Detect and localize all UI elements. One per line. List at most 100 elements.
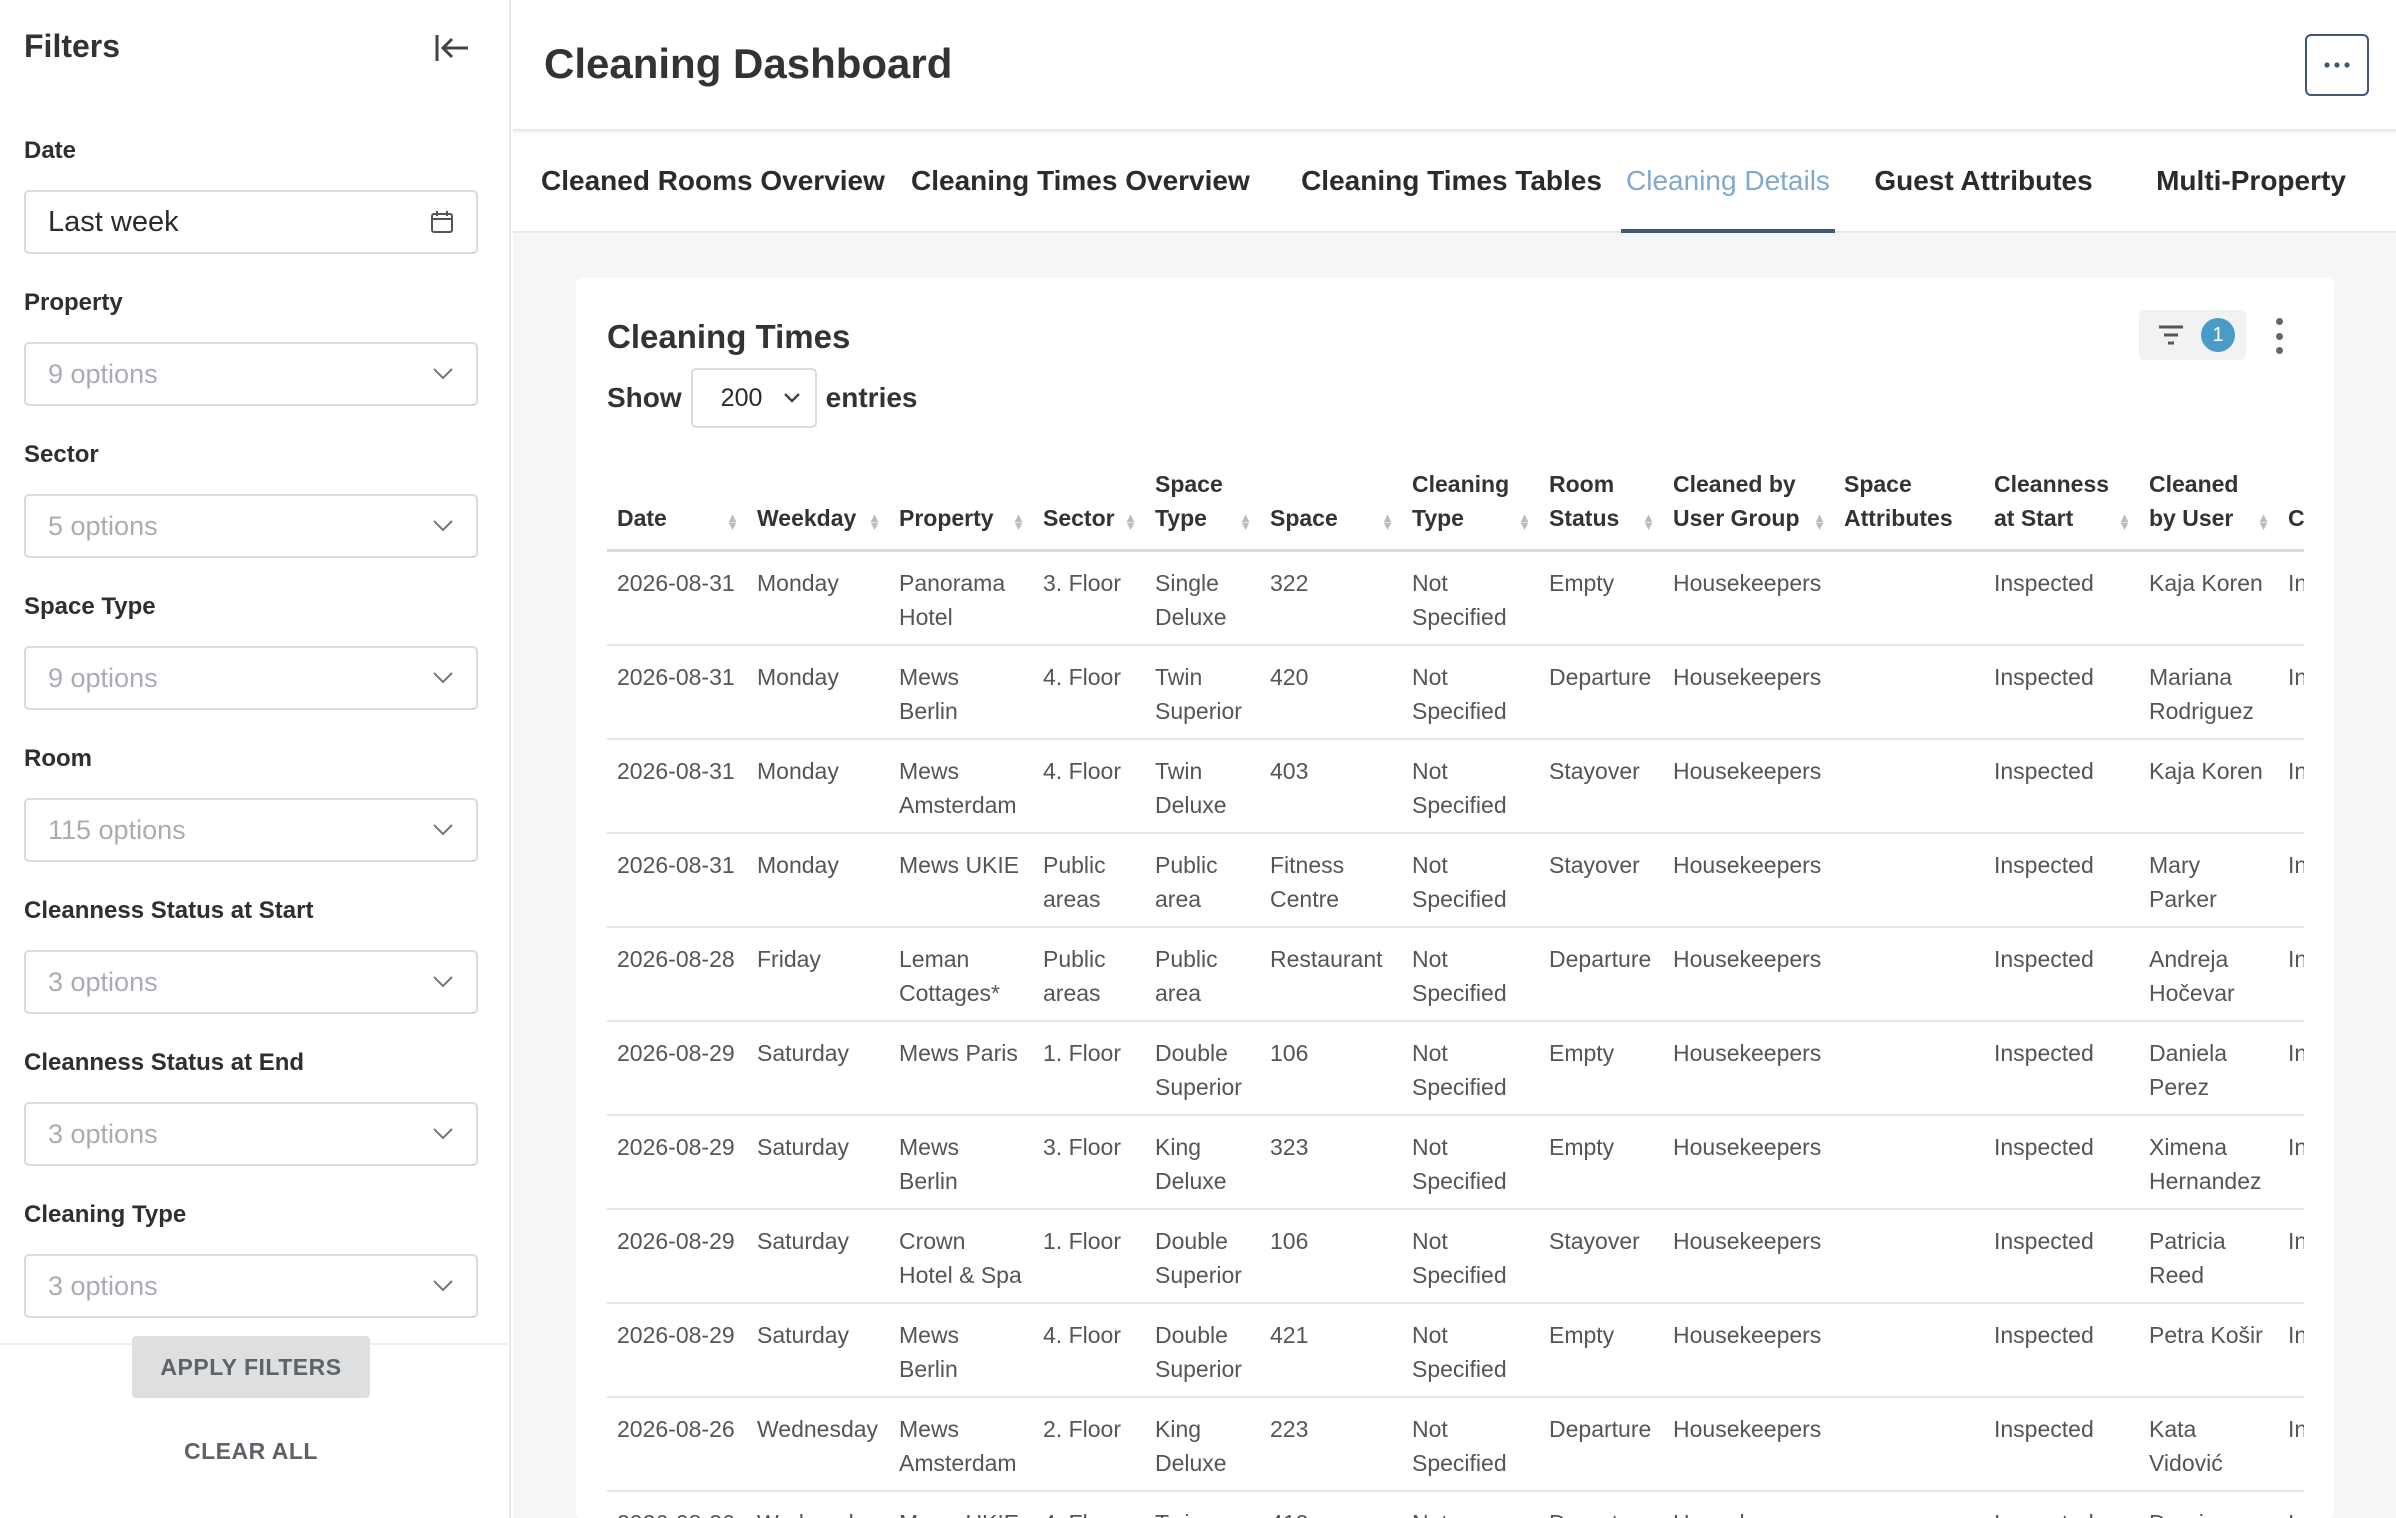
column-header-room-status[interactable]: Room Status ▲ ▼ <box>1539 438 1663 552</box>
sort-icon: ▲ ▼ <box>1012 509 1025 533</box>
property-select[interactable]: 9 options <box>24 342 478 406</box>
sort-icon: ▲ ▼ <box>1518 509 1531 533</box>
table-row[interactable]: 2026-08-26WednesdayMews UKIE4. FloorTwin… <box>607 1490 2304 1518</box>
more-options-button[interactable] <box>2305 34 2369 96</box>
filter-placeholder: 5 options <box>48 510 158 541</box>
cell-space: 106 <box>1260 1208 1402 1304</box>
cell-space-attributes <box>1834 1020 1984 1116</box>
cell-date: 2026-08-28 <box>607 926 747 1022</box>
space-type-select[interactable]: 9 options <box>24 646 478 710</box>
table-row[interactable]: 2026-08-31 Monday Mews Berlin 4. Floor Twin … <box>607 644 2304 740</box>
sort-icon: ▲ ▼ <box>2257 509 2270 533</box>
cell-cl-w-co: In <box>2278 550 2304 646</box>
cell-space-attributes <box>1834 550 1984 646</box>
clear-all-button[interactable]: CLEAR ALL <box>132 1426 370 1476</box>
top-bar: Cleaning Dashboard <box>513 0 2396 131</box>
column-header-label: Room Status <box>1549 470 1620 531</box>
column-header-cleaned-by-user-group[interactable]: Cleaned by User Group ▲ ▼ <box>1663 438 1834 552</box>
tab-multi-property[interactable]: Multi-Property <box>2133 133 2369 233</box>
column-header-cleaned-by-user[interactable]: Cleaned by User ▲ ▼ <box>2139 438 2278 552</box>
cleanness-status-at-start-select[interactable]: 3 options <box>24 950 478 1014</box>
column-header-label: Space <box>1270 504 1338 531</box>
cell-room-status: Empty <box>1539 1114 1663 1210</box>
column-header-cleanness-at-start[interactable]: Cleanness at Start ▲ ▼ <box>1984 438 2139 552</box>
table-row[interactable]: 2026-08-29 Saturday Mews Berlin 4. Floor Dou… <box>607 1302 2304 1398</box>
cell-sector: 2. Floor <box>1033 1396 1145 1492</box>
cell-sector: 3. Floor <box>1033 1114 1145 1210</box>
cell-date: 2026-08-26 <box>607 1396 747 1492</box>
sector-select[interactable]: 5 options <box>24 494 478 558</box>
table-header-row: Date ▲ ▼ Weekday ▲ ▼ Property ▲ ▼ Sector ▲ ▼ Space T… <box>607 438 2304 552</box>
cell-cleaned-by-user: Kaja Koren <box>2139 550 2278 646</box>
table-row[interactable]: 2026-08-29 Saturday Crown Hotel & Spa 1. Fl… <box>607 1208 2304 1304</box>
column-header-property[interactable]: Property ▲ ▼ <box>889 438 1033 552</box>
column-header-space-attributes[interactable]: Space Attributes <box>1834 438 1984 552</box>
cell-cleaned-by-user: Mariana Rodriguez <box>2139 644 2278 740</box>
table-row[interactable]: 2026-08-28 Friday Leman Cottages* Public ar… <box>607 926 2304 1022</box>
tab-cleaning-times-overview[interactable]: Cleaning Times Overview <box>911 133 1250 233</box>
tab-cleaned-rooms-overview[interactable]: Cleaned Rooms Overview <box>541 133 885 233</box>
cleanness-status-at-end-select[interactable]: 3 options <box>24 1102 478 1166</box>
cell-cleaned-by-user: Ximena Hernandez <box>2139 1114 2278 1210</box>
cell-cleaning-type: Not Specified <box>1402 550 1539 646</box>
cell-weekday: Monday <box>747 738 889 834</box>
table-row[interactable]: 2026-08-31 Monday Mews UKIE Public areas Pub… <box>607 832 2304 928</box>
sort-icon: ▲ ▼ <box>1124 509 1137 533</box>
cell-space: 403 <box>1260 738 1402 834</box>
sidebar-title: Filters <box>24 28 121 64</box>
tab-guest-attributes[interactable]: Guest Attributes <box>1871 133 2096 233</box>
table-row[interactable]: 2026-08-31 Monday Panorama Hotel 3. Floor Si… <box>607 550 2304 646</box>
column-header-label: Weekday <box>757 504 857 531</box>
column-header-cl-w-co[interactable]: Cl w Co <box>2278 438 2304 552</box>
tab-cleaning-times-tables[interactable]: Cleaning Times Tables <box>1291 133 1612 233</box>
filters-sidebar: Filters Date Last week Property 9 options Se… <box>0 0 511 1518</box>
entries-select[interactable]: 200 <box>690 368 817 428</box>
cell-property: Mews Berlin <box>889 1114 1033 1210</box>
column-header-label: Property <box>899 504 994 531</box>
cell-cleanness-at-start: Inspected <box>1984 832 2139 928</box>
cell-cleanness-at-start: Inspected <box>1984 644 2139 740</box>
table-row[interactable]: 2026-08-26 Wednesday Mews Amsterdam 2. Floo… <box>607 1396 2304 1492</box>
filter-label: Room <box>24 745 92 772</box>
cleaning-times-table: Date ▲ ▼ Weekday ▲ ▼ Property ▲ ▼ Sector ▲ ▼ Space T… <box>607 438 2304 1518</box>
cell-space-type: Double Superior <box>1145 1208 1260 1304</box>
date-picker-input[interactable]: Last week <box>24 190 478 254</box>
table-row[interactable]: 2026-08-29 Saturday Mews Paris 1. Floor Doub… <box>607 1020 2304 1116</box>
table-row[interactable]: 2026-08-29 Saturday Mews Berlin 3. Floor Kin… <box>607 1114 2304 1210</box>
filter-space-type: Space Type 9 options <box>24 592 478 710</box>
filter-placeholder: 9 options <box>48 662 158 693</box>
cell-space: 223 <box>1260 1396 1402 1492</box>
room-select[interactable]: 115 options <box>24 798 478 862</box>
column-header-date[interactable]: Date ▲ ▼ <box>607 438 747 552</box>
column-header-cleaning-type[interactable]: Cleaning Type ▲ ▼ <box>1402 438 1539 552</box>
column-header-sector[interactable]: Sector ▲ ▼ <box>1033 438 1145 552</box>
sort-icon: ▲ ▼ <box>1642 509 1655 533</box>
cell-property: Mews Amsterdam <box>889 738 1033 834</box>
cell-cleaning-type: Not Specified <box>1402 644 1539 740</box>
cell-cleaning-type: Not <box>1402 1490 1539 1518</box>
cell-cleaned-by-user: Mary Parker <box>2139 832 2278 928</box>
cell-space: 420 <box>1260 644 1402 740</box>
cell-cleanness-at-start: Inspected <box>1984 926 2139 1022</box>
apply-filters-button[interactable]: APPLY FILTERS <box>132 1336 370 1398</box>
card-title: Cleaning Times <box>607 318 851 355</box>
cell-sector: 4. Floor <box>1033 1490 1145 1518</box>
collapse-sidebar-button[interactable] <box>430 28 474 68</box>
table-filter-button[interactable]: 1 <box>2139 310 2246 360</box>
cell-cleanness-at-start: Inspected <box>1984 738 2139 834</box>
cell-room-status: Stayover <box>1539 1208 1663 1304</box>
card-menu-button[interactable] <box>2269 314 2289 358</box>
cell-sector: 3. Floor <box>1033 550 1145 646</box>
cell-space-type: Double Superior <box>1145 1020 1260 1116</box>
tab-cleaning-details[interactable]: Cleaning Details <box>1621 133 1835 233</box>
cleaning-type-select[interactable]: 3 options <box>24 1254 478 1318</box>
cell-weekday: Monday <box>747 550 889 646</box>
column-header-space[interactable]: Space ▲ ▼ <box>1260 438 1402 552</box>
cell-cleanness-at-start: Inspected <box>1984 1490 2139 1518</box>
table-row[interactable]: 2026-08-31 Monday Mews Amsterdam 4. Floor Tw… <box>607 738 2304 834</box>
filter-property: Property 9 options <box>24 288 478 406</box>
cell-cleaned-by-user: Kaja Koren <box>2139 738 2278 834</box>
column-header-weekday[interactable]: Weekday ▲ ▼ <box>747 438 889 552</box>
cell-space-attributes <box>1834 738 1984 834</box>
column-header-space-type[interactable]: Space Type ▲ ▼ <box>1145 438 1260 552</box>
